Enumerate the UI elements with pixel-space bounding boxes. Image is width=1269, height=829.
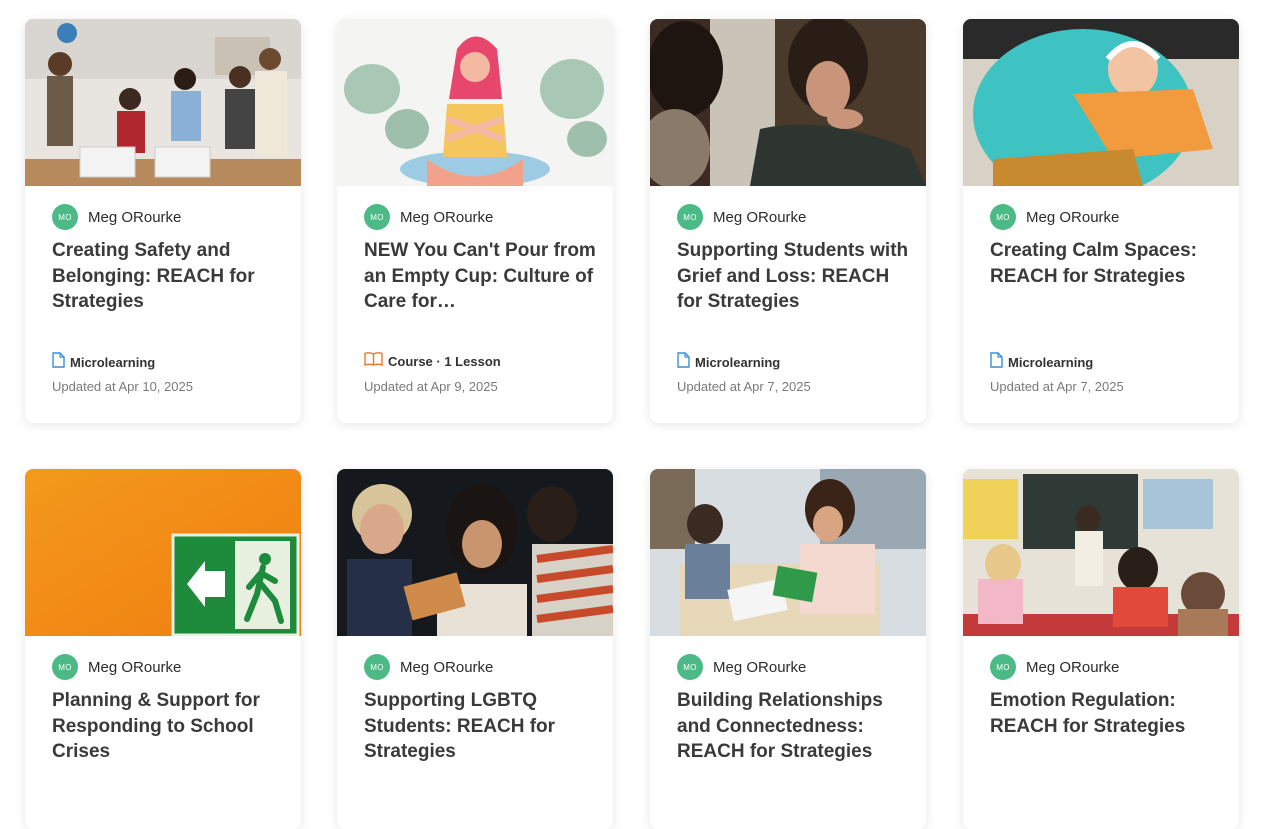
card-thumbnail <box>25 19 301 186</box>
author-avatar: MO <box>364 204 390 230</box>
card-title[interactable]: Building Relationships and Connectedness… <box>677 688 917 765</box>
course-card[interactable]: MO Meg ORourke NEW You Can't Pour from a… <box>337 19 613 423</box>
author-avatar: MO <box>677 204 703 230</box>
card-thumbnail <box>963 19 1239 186</box>
card-thumbnail <box>650 469 926 636</box>
type-label: Microlearning <box>70 355 156 370</box>
author-name: Meg ORourke <box>1026 658 1120 676</box>
author-name: Meg ORourke <box>88 658 182 676</box>
card-thumbnail <box>650 19 926 186</box>
course-card[interactable]: MO Meg ORourke Building Relationships an… <box>650 469 926 829</box>
document-icon <box>990 352 1003 373</box>
author-name: Meg ORourke <box>713 658 807 676</box>
course-card[interactable]: MO Meg ORourke Emotion Regulation: REACH… <box>963 469 1239 829</box>
author-avatar: MO <box>364 654 390 680</box>
card-author: MO Meg ORourke <box>677 204 806 230</box>
course-card[interactable]: MO Meg ORourke Supporting Students with … <box>650 19 926 423</box>
card-author: MO Meg ORourke <box>364 204 493 230</box>
card-title[interactable]: Emotion Regulation: REACH for Strategies <box>990 688 1230 739</box>
card-title[interactable]: Creating Calm Spaces: REACH for Strategi… <box>990 238 1230 289</box>
updated-date: Updated at Apr 10, 2025 <box>52 379 193 394</box>
card-title[interactable]: NEW You Can't Pour from an Empty Cup: Cu… <box>364 238 604 315</box>
card-author: MO Meg ORourke <box>364 654 493 680</box>
book-icon <box>364 352 383 371</box>
author-avatar: MO <box>990 654 1016 680</box>
author-avatar: MO <box>52 654 78 680</box>
course-card[interactable]: MO Meg ORourke Supporting LGBTQ Students… <box>337 469 613 829</box>
card-author: MO Meg ORourke <box>677 654 806 680</box>
author-avatar: MO <box>990 204 1016 230</box>
card-type: Microlearning <box>52 352 155 373</box>
card-author: MO Meg ORourke <box>990 204 1119 230</box>
card-author: MO Meg ORourke <box>990 654 1119 680</box>
type-label: Course · 1 Lesson <box>388 354 501 369</box>
card-thumbnail <box>25 469 301 636</box>
author-avatar: MO <box>677 654 703 680</box>
card-title[interactable]: Planning & Support for Responding to Sch… <box>52 688 292 765</box>
card-thumbnail <box>963 469 1239 636</box>
updated-date: Updated at Apr 7, 2025 <box>990 379 1124 394</box>
card-author: MO Meg ORourke <box>52 654 181 680</box>
card-title[interactable]: Creating Safety and Belonging: REACH for… <box>52 238 292 315</box>
card-author: MO Meg ORourke <box>52 204 181 230</box>
card-thumbnail <box>337 469 613 636</box>
card-title[interactable]: Supporting Students with Grief and Loss:… <box>677 238 917 315</box>
card-type: Microlearning <box>677 352 780 373</box>
type-label: Microlearning <box>695 355 781 370</box>
course-card[interactable]: MO Meg ORourke Planning & Support for Re… <box>25 469 301 829</box>
course-card[interactable]: MO Meg ORourke Creating Safety and Belon… <box>25 19 301 423</box>
card-thumbnail <box>337 19 613 186</box>
document-icon <box>677 352 690 373</box>
author-avatar: MO <box>52 204 78 230</box>
author-name: Meg ORourke <box>400 208 494 226</box>
author-name: Meg ORourke <box>1026 208 1120 226</box>
updated-date: Updated at Apr 7, 2025 <box>677 379 811 394</box>
card-type: Microlearning <box>990 352 1093 373</box>
author-name: Meg ORourke <box>713 208 807 226</box>
course-card[interactable]: MO Meg ORourke Creating Calm Spaces: REA… <box>963 19 1239 423</box>
type-label: Microlearning <box>1008 355 1094 370</box>
card-title[interactable]: Supporting LGBTQ Students: REACH for Str… <box>364 688 604 765</box>
card-type: Course · 1 Lesson <box>364 352 501 371</box>
author-name: Meg ORourke <box>400 658 494 676</box>
document-icon <box>52 352 65 373</box>
author-name: Meg ORourke <box>88 208 182 226</box>
updated-date: Updated at Apr 9, 2025 <box>364 379 498 394</box>
